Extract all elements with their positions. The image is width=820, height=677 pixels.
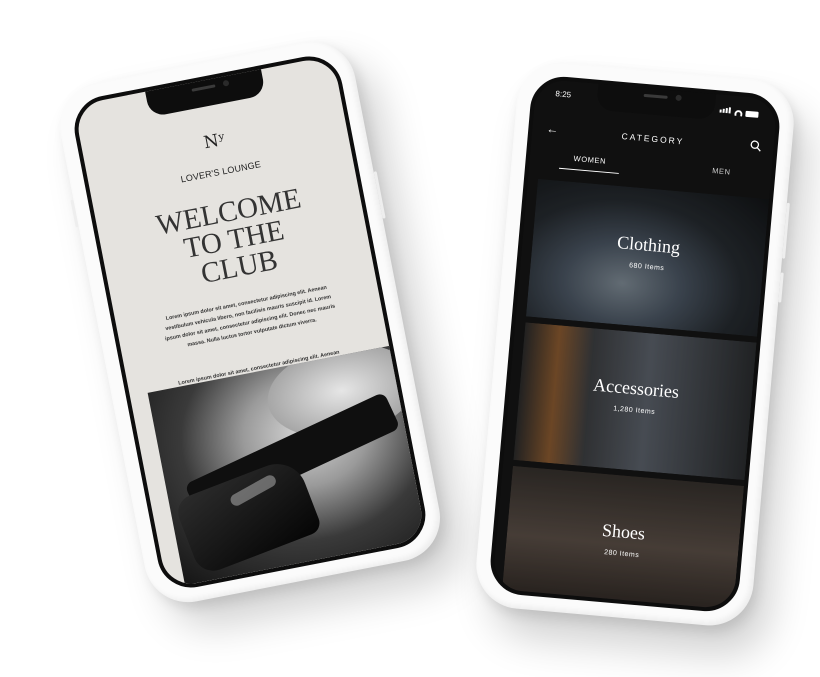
speaker: [191, 84, 216, 92]
search-icon[interactable]: [749, 139, 762, 152]
category-card-accessories[interactable]: Accessories 1,280 Items: [513, 322, 757, 481]
category-card-shoes[interactable]: Shoes 280 Items: [500, 465, 745, 614]
side-button: [70, 199, 79, 228]
notch: [144, 67, 266, 118]
tab-women[interactable]: WOMEN: [558, 152, 621, 174]
status-time: 8:25: [555, 89, 572, 100]
page-title: CATEGORY: [621, 131, 685, 147]
category-screen: 8:25 ← CATEGORY WOMEN MEN Clothing 680 I…: [487, 74, 783, 614]
tab-men[interactable]: MEN: [691, 164, 752, 184]
phone-mockup-right: 8:25 ← CATEGORY WOMEN MEN Clothing 680 I…: [472, 58, 798, 630]
battery-icon: [745, 110, 759, 118]
signal-icon: [719, 106, 732, 116]
welcome-screen: Nʸ LOVER'S LOUNGE WELCOME TO THE CLUB Lo…: [68, 50, 432, 594]
wifi-icon: [734, 109, 743, 117]
category-card-clothing[interactable]: Clothing 680 Items: [525, 178, 770, 337]
phone-mockup-left: Nʸ LOVER'S LOUNGE WELCOME TO THE CLUB Lo…: [52, 34, 448, 610]
brand-logo: Nʸ: [202, 129, 228, 154]
side-button: [778, 272, 784, 303]
side-button: [782, 202, 790, 259]
side-button: [373, 171, 386, 219]
camera-dot: [222, 79, 230, 87]
